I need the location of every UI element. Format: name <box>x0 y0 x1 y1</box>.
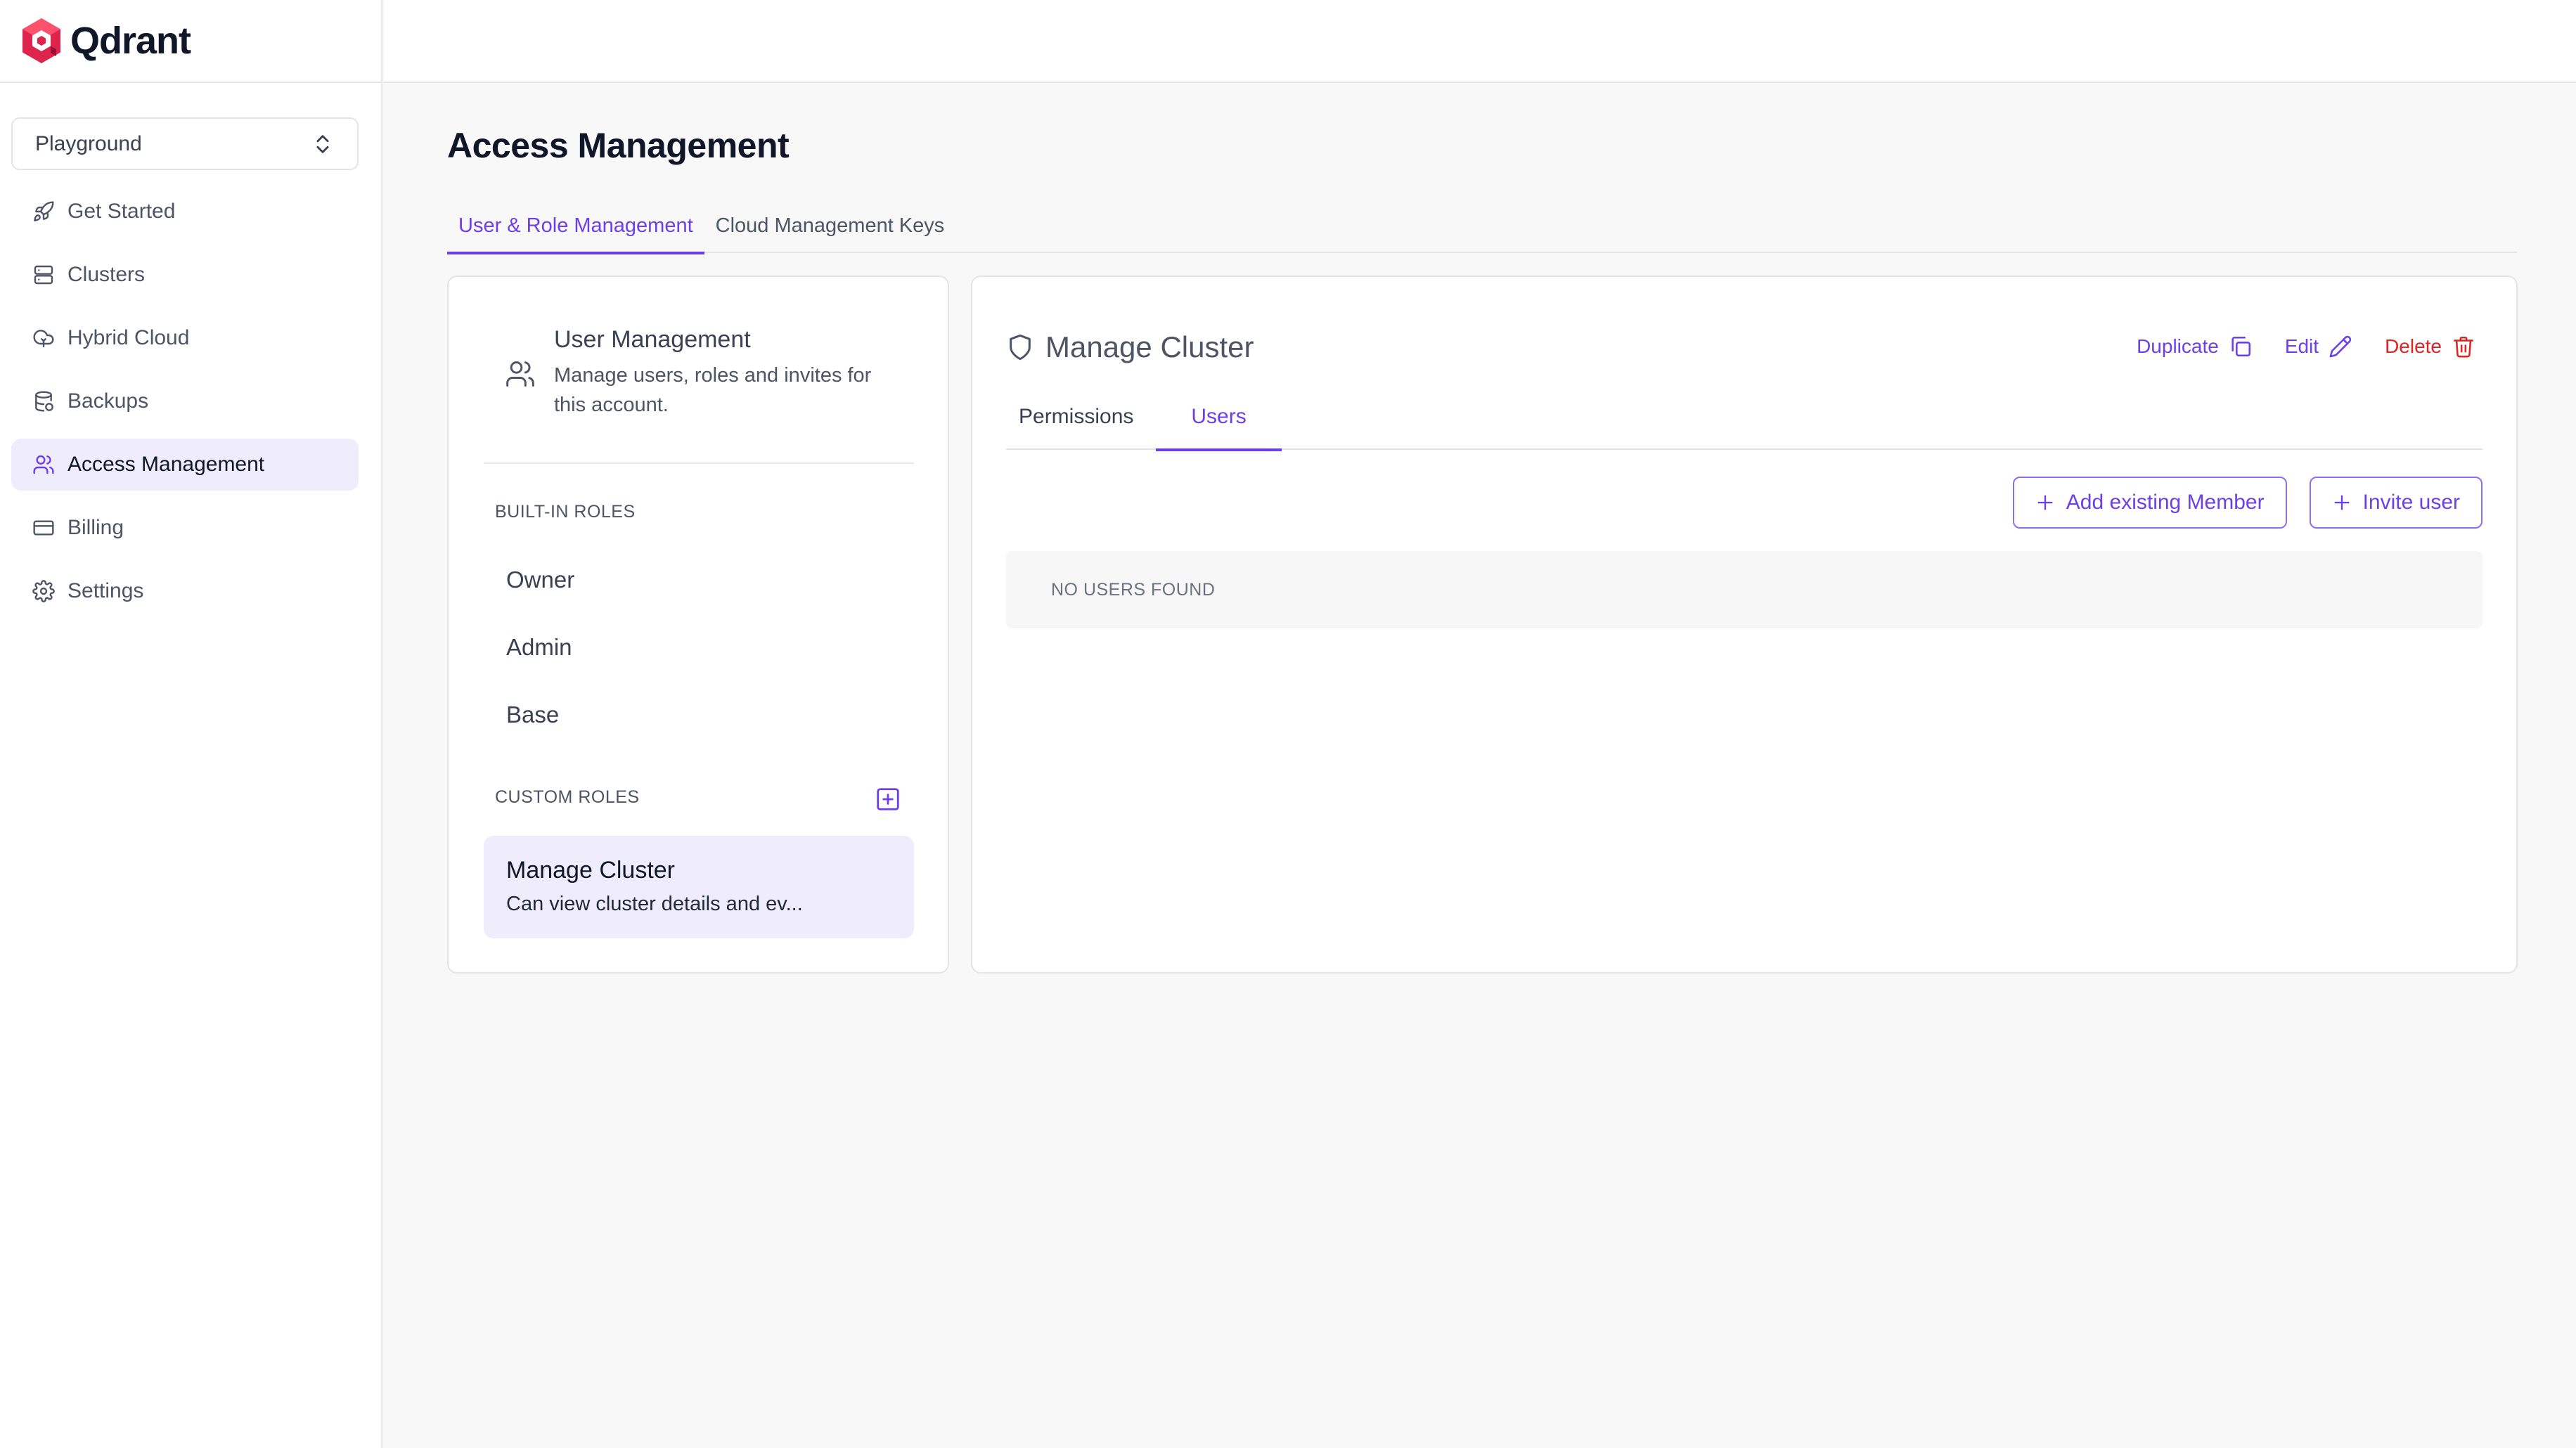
custom-roles-label: CUSTOM ROLES <box>495 787 640 807</box>
add-custom-role-button[interactable] <box>875 786 901 813</box>
sidebar-item-label: Settings <box>67 579 144 602</box>
roles-panel: User Management Manage users, roles and … <box>447 276 949 974</box>
sidebar-item-label: Get Started <box>67 200 176 223</box>
pencil-icon <box>2329 335 2352 358</box>
qdrant-logo-icon[interactable] <box>20 17 63 65</box>
role-actions: Duplicate Edit Delete <box>2104 335 2475 358</box>
role-owner[interactable]: Owner <box>506 567 574 593</box>
cloud-icon <box>33 330 54 348</box>
brand-header: Qdrant <box>0 0 381 83</box>
users-empty-state: NO USERS FOUND <box>1006 551 2482 628</box>
sidebar-nav: Get Started Clusters Hybrid Cloud Backup… <box>11 186 359 628</box>
gear-icon <box>32 580 55 602</box>
sidebar-item-label: Access Management <box>67 453 265 476</box>
user-management-title: User Management <box>554 326 751 353</box>
tab-users[interactable]: Users <box>1156 384 1282 451</box>
delete-button[interactable]: Delete <box>2385 335 2475 358</box>
server-icon <box>34 265 53 285</box>
page-title: Access Management <box>447 126 790 165</box>
role-detail-panel: Manage Cluster Duplicate Edit Delete Per… <box>971 276 2518 974</box>
duplicate-label: Duplicate <box>2137 335 2219 357</box>
role-base[interactable]: Base <box>506 702 559 728</box>
custom-role-description: Can view cluster details and ev... <box>506 893 803 915</box>
user-action-buttons: Add existing Member Invite user <box>1990 477 2482 529</box>
add-existing-member-label: Add existing Member <box>2066 491 2265 514</box>
delete-label: Delete <box>2385 335 2442 357</box>
sidebar-item-hybrid-cloud[interactable]: Hybrid Cloud <box>11 312 359 364</box>
plus-icon <box>2037 495 2053 510</box>
database-icon <box>35 391 53 412</box>
role-detail-tabs: Permissions Users <box>1006 384 2482 451</box>
role-admin[interactable]: Admin <box>506 634 572 661</box>
top-bar <box>384 0 2576 83</box>
chevron-up-down-icon <box>316 134 329 153</box>
builtin-roles-label: BUILT-IN ROLES <box>495 502 636 522</box>
main-tabs: User & Role Management Cloud Management … <box>447 198 2517 254</box>
credit-card-icon <box>33 520 54 536</box>
tab-permissions[interactable]: Permissions <box>1006 384 1146 450</box>
user-management-text: User Management Manage users, roles and … <box>554 326 884 463</box>
sidebar: Qdrant Playground Get Started Clusters H… <box>0 0 382 1448</box>
tab-cloud-management-keys[interactable]: Cloud Management Keys <box>704 198 956 253</box>
tab-user-role-management[interactable]: User & Role Management <box>447 198 704 254</box>
sidebar-item-settings[interactable]: Settings <box>11 565 359 617</box>
role-detail-title: Manage Cluster <box>1045 330 1254 363</box>
sidebar-item-label: Clusters <box>67 263 146 286</box>
custom-role-name: Manage Cluster <box>506 857 676 884</box>
users-icon <box>506 361 534 387</box>
sidebar-item-backups[interactable]: Backups <box>11 375 359 427</box>
trash-icon <box>2453 336 2474 358</box>
add-existing-member-button[interactable]: Add existing Member <box>2012 477 2287 529</box>
sidebar-item-label: Billing <box>67 516 124 539</box>
sidebar-item-label: Backups <box>67 389 149 413</box>
plus-icon <box>2334 495 2350 510</box>
sidebar-item-clusters[interactable]: Clusters <box>11 249 359 301</box>
users-icon <box>33 455 54 474</box>
custom-role-manage-cluster[interactable]: Manage Cluster Can view cluster details … <box>484 836 914 938</box>
organization-select[interactable]: Playground <box>11 117 359 170</box>
sidebar-item-get-started[interactable]: Get Started <box>11 186 359 238</box>
role-detail-header: Manage Cluster <box>1006 330 1254 364</box>
invite-user-button[interactable]: Invite user <box>2309 477 2482 529</box>
sidebar-item-label: Hybrid Cloud <box>67 326 190 349</box>
invite-user-label: Invite user <box>2362 491 2460 514</box>
edit-label: Edit <box>2284 335 2319 357</box>
brand-name: Qdrant <box>70 20 191 62</box>
rocket-icon <box>34 201 54 221</box>
sidebar-item-access-management[interactable]: Access Management <box>11 439 359 491</box>
edit-button[interactable]: Edit <box>2285 335 2352 358</box>
user-management-card[interactable]: User Management Manage users, roles and … <box>484 326 914 464</box>
copy-icon <box>2232 336 2250 357</box>
user-management-description: Manage users, roles and invites for this… <box>554 364 872 416</box>
duplicate-button[interactable]: Duplicate <box>2137 335 2253 358</box>
shield-icon <box>1010 334 1031 361</box>
sidebar-item-billing[interactable]: Billing <box>11 502 359 554</box>
organization-select-value: Playground <box>35 131 142 155</box>
